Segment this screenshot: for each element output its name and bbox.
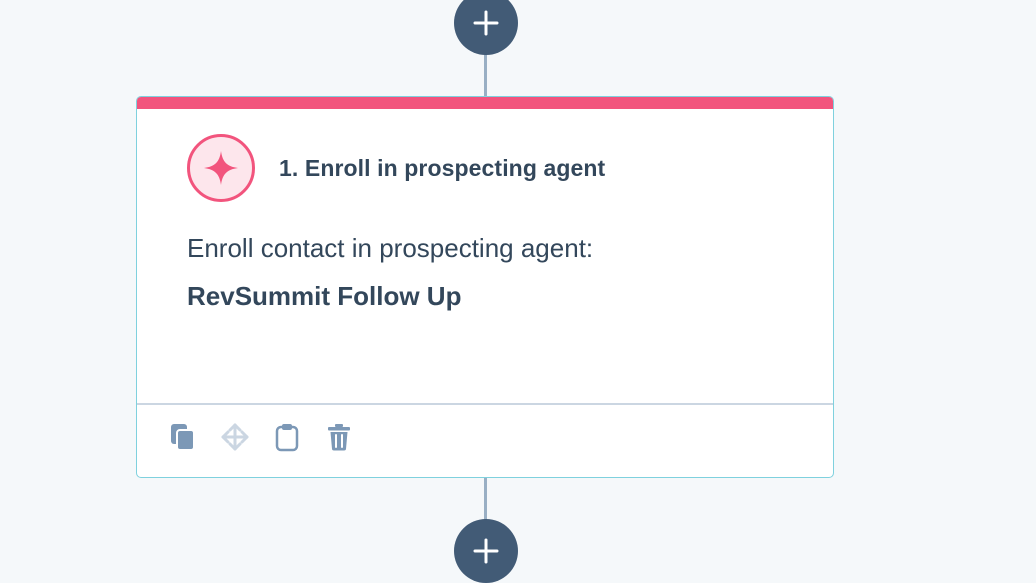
clone-button[interactable] xyxy=(165,419,201,455)
move-button[interactable] xyxy=(217,419,253,455)
plus-icon xyxy=(473,10,499,36)
action-card[interactable]: 1. Enroll in prospecting agent Enroll co… xyxy=(136,96,834,478)
trash-icon xyxy=(328,424,350,451)
copy-icon xyxy=(171,424,195,451)
card-toolbar xyxy=(165,419,373,455)
agent-name: RevSummit Follow Up xyxy=(187,281,462,311)
connector-line-top xyxy=(484,48,487,98)
add-action-button-top[interactable] xyxy=(454,0,518,55)
sparkle-icon xyxy=(187,134,255,202)
add-action-button-bottom[interactable] xyxy=(454,519,518,583)
card-header: 1. Enroll in prospecting agent xyxy=(187,134,605,202)
move-icon xyxy=(221,423,249,451)
connector-line-bottom xyxy=(484,477,487,523)
plus-icon xyxy=(473,538,499,564)
paste-button[interactable] xyxy=(269,419,305,455)
card-accent-bar xyxy=(137,97,833,109)
card-divider xyxy=(137,403,833,405)
clipboard-icon xyxy=(275,424,299,452)
card-title: 1. Enroll in prospecting agent xyxy=(279,154,606,181)
card-description: Enroll contact in prospecting agent: xyxy=(187,233,594,263)
delete-button[interactable] xyxy=(321,419,357,455)
